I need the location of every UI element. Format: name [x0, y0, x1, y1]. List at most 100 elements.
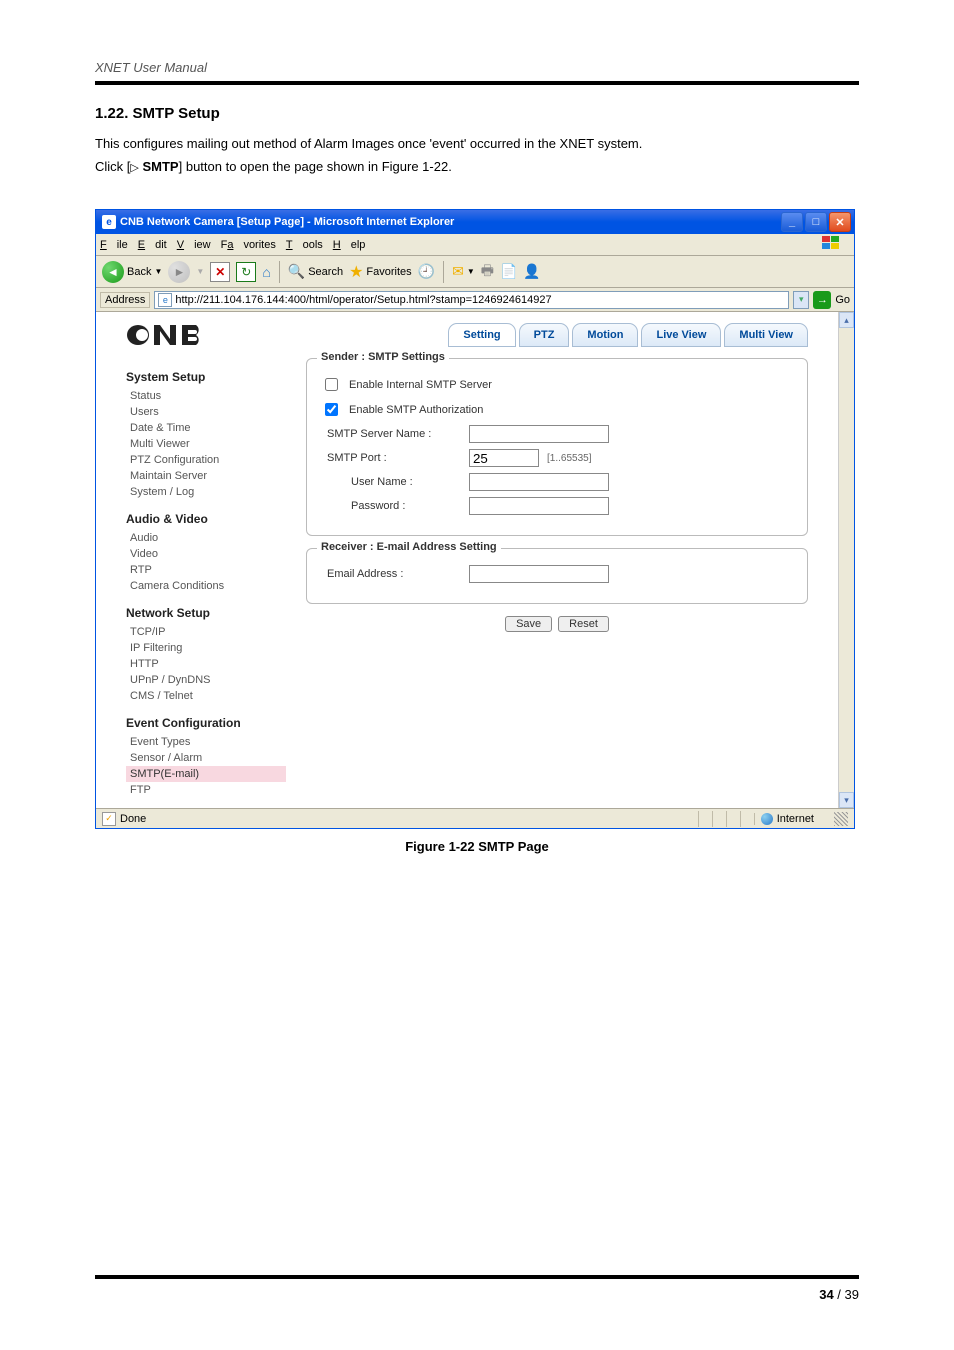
home-button[interactable]: ⌂ — [262, 264, 270, 280]
sidebar-item-tcpip[interactable]: TCP/IP — [126, 624, 286, 640]
section-title: 1.22. SMTP Setup — [95, 105, 859, 122]
sidebar-item-cameracond[interactable]: Camera Conditions — [126, 578, 286, 594]
email-label: Email Address : — [321, 568, 461, 580]
sidebar-item-audio[interactable]: Audio — [126, 530, 286, 546]
enable-auth-checkbox[interactable] — [325, 403, 338, 416]
favorites-label: Favorites — [366, 266, 411, 278]
sidebar-item-status[interactable]: Status — [126, 388, 286, 404]
sidebar-item-maintain[interactable]: Maintain Server — [126, 468, 286, 484]
tab-setting[interactable]: Setting — [448, 323, 515, 347]
tab-motion[interactable]: Motion — [572, 323, 638, 347]
status-cell — [712, 811, 726, 827]
cnb-logo — [126, 322, 218, 348]
enable-internal-label: Enable Internal SMTP Server — [349, 379, 492, 391]
receiver-fieldset: Receiver : E-mail Address Setting Email … — [306, 548, 808, 604]
sidebar-item-ptzconfig[interactable]: PTZ Configuration — [126, 452, 286, 468]
menu-file[interactable]: File — [100, 239, 128, 251]
sidebar-item-rtp[interactable]: RTP — [126, 562, 286, 578]
sender-legend: Sender : SMTP Settings — [317, 351, 449, 363]
sidebar-item-upnp[interactable]: UPnP / DynDNS — [126, 672, 286, 688]
address-dropdown[interactable]: ▾ — [793, 291, 809, 309]
sidebar-item-datetime[interactable]: Date & Time — [126, 420, 286, 436]
page-total: 39 — [845, 1287, 859, 1302]
figure-caption: Figure 1-22 SMTP Page — [95, 839, 859, 854]
forward-button[interactable]: ► — [168, 261, 190, 283]
search-label: Search — [308, 266, 343, 278]
tab-live-view[interactable]: Live View — [641, 323, 721, 347]
enable-internal-checkbox[interactable] — [325, 378, 338, 391]
messenger-button[interactable]: 👤 — [523, 263, 540, 280]
go-button[interactable]: → — [813, 291, 831, 309]
pass-input[interactable] — [469, 497, 609, 515]
email-input[interactable] — [469, 565, 609, 583]
sidebar-item-multiviewer[interactable]: Multi Viewer — [126, 436, 286, 452]
menu-view[interactable]: View — [177, 239, 211, 251]
menu-help[interactable]: Help — [333, 239, 366, 251]
sidebar-item-http[interactable]: HTTP — [126, 656, 286, 672]
user-label: User Name : — [321, 476, 461, 488]
scroll-up-button[interactable]: ▴ — [839, 312, 854, 328]
edit-button[interactable]: 📄 — [500, 263, 517, 280]
address-bar: Address e http://211.104.176.144:400/htm… — [96, 288, 854, 312]
server-label: SMTP Server Name : — [321, 428, 461, 440]
receiver-legend: Receiver : E-mail Address Setting — [317, 541, 501, 553]
sidebar-item-cms[interactable]: CMS / Telnet — [126, 688, 286, 704]
address-input[interactable]: e http://211.104.176.144:400/html/operat… — [154, 291, 789, 309]
menu-favorites[interactable]: Favorites — [221, 239, 276, 251]
print-button[interactable]: 🖶 — [481, 260, 494, 284]
close-button[interactable]: ✕ — [829, 212, 851, 232]
sender-fieldset: Sender : SMTP Settings Enable Internal S… — [306, 358, 808, 536]
refresh-button[interactable]: ↻ — [236, 262, 256, 282]
search-icon: 🔍 — [288, 263, 305, 280]
tab-ptz[interactable]: PTZ — [519, 323, 570, 347]
history-button[interactable]: 🕘 — [418, 263, 435, 280]
history-icon: 🕘 — [418, 263, 435, 280]
back-button[interactable]: ◄ Back ▼ — [102, 261, 162, 283]
scroll-down-button[interactable]: ▾ — [839, 792, 854, 808]
back-label: Back — [127, 266, 151, 278]
status-cell — [740, 811, 754, 827]
sidebar-item-smtp[interactable]: SMTP(E-mail) — [126, 766, 286, 782]
vertical-scrollbar[interactable]: ▴ ▾ — [838, 312, 854, 808]
header-rule — [95, 81, 859, 85]
favorites-button[interactable]: ★Favorites — [349, 262, 412, 282]
menu-tools[interactable]: Tools — [286, 239, 323, 251]
sidebar-item-users[interactable]: Users — [126, 404, 286, 420]
user-input[interactable] — [469, 473, 609, 491]
star-icon: ★ — [349, 262, 363, 282]
search-button[interactable]: 🔍Search — [288, 263, 343, 280]
sidebar-group-av: Audio & Video — [126, 512, 286, 526]
sidebar-item-sensor[interactable]: Sensor / Alarm — [126, 750, 286, 766]
menubar: File Edit View Favorites Tools Help — [96, 234, 854, 256]
windows-flag-icon[interactable] — [822, 236, 840, 253]
port-input[interactable] — [469, 449, 539, 467]
stop-button[interactable]: ✕ — [210, 262, 230, 282]
edit-icon: 📄 — [500, 263, 517, 280]
scroll-track[interactable] — [839, 328, 854, 792]
sidebar-item-ftp[interactable]: FTP — [126, 782, 286, 798]
status-zone-label: Internet — [777, 813, 814, 825]
toolbar: ◄ Back ▼ ► ▼ ✕ ↻ ⌂ 🔍Search ★Favorites 🕘 … — [96, 256, 854, 288]
sidebar-item-eventtypes[interactable]: Event Types — [126, 734, 286, 750]
page-icon: e — [158, 293, 172, 307]
minimize-button[interactable]: _ — [781, 212, 803, 232]
menu-edit[interactable]: Edit — [138, 239, 167, 251]
line2-pre: Click [ — [95, 159, 130, 174]
sidebar-item-syslog[interactable]: System / Log — [126, 484, 286, 500]
body-line2: Click [▷ SMTP] button to open the page s… — [95, 155, 859, 179]
toolbar-separator — [443, 261, 444, 283]
pass-label: Password : — [321, 500, 461, 512]
maximize-button[interactable]: □ — [805, 212, 827, 232]
ie-icon: e — [102, 215, 116, 229]
reset-button[interactable]: Reset — [558, 616, 609, 632]
server-input[interactable] — [469, 425, 609, 443]
save-button[interactable]: Save — [505, 616, 552, 632]
body-line1: This configures mailing out method of Al… — [95, 132, 859, 155]
tab-multi-view[interactable]: Multi View — [724, 323, 808, 347]
page-body: Setting PTZ Motion Live View Multi View … — [96, 312, 854, 808]
home-icon: ⌂ — [262, 264, 270, 280]
mail-button[interactable]: ✉▼ — [452, 263, 475, 280]
resize-grip-icon[interactable] — [834, 812, 848, 826]
sidebar-item-ipfilter[interactable]: IP Filtering — [126, 640, 286, 656]
sidebar-item-video[interactable]: Video — [126, 546, 286, 562]
